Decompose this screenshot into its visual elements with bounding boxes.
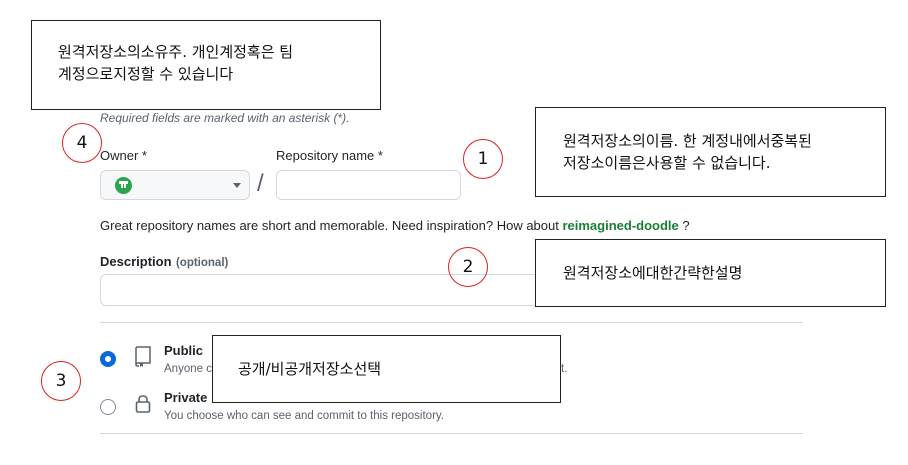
required-fields-note: Required fields are marked with an aster…: [100, 111, 350, 125]
public-radio[interactable]: [100, 351, 116, 367]
hint-text: Great repository names are short and mem…: [100, 218, 563, 233]
owner-avatar: [115, 177, 132, 194]
private-radio[interactable]: [100, 399, 116, 415]
public-description-end: t.: [561, 363, 568, 375]
owner-label: Owner *: [100, 148, 147, 163]
description-label: Description: [100, 254, 172, 269]
repo-name-annotation-box: 원격저장소의이름. 한 계정내에서중복된 저장소이름은사용할 수 없습니다.: [535, 107, 886, 197]
private-description: You choose who can see and commit to thi…: [164, 410, 444, 422]
description-label-row: Description (optional): [100, 253, 228, 271]
marker-2: 2: [448, 247, 488, 287]
description-annotation-box: 원격저장소에대한간략한설명: [535, 239, 886, 307]
lock-icon: [135, 395, 151, 413]
optional-tag: (optional): [175, 257, 229, 269]
visibility-annotation-box: 공개/비공개저장소선택: [212, 335, 561, 403]
section-divider-bottom: [100, 433, 803, 434]
private-label[interactable]: Private: [164, 390, 207, 405]
owner-select[interactable]: [100, 170, 250, 200]
repo-icon: [135, 346, 151, 367]
owner-repo-separator: /: [257, 170, 264, 197]
name-suggestion-link[interactable]: reimagined-doodle: [562, 218, 678, 233]
public-label[interactable]: Public: [164, 343, 203, 358]
marker-4: 4: [62, 123, 102, 163]
chevron-down-icon: [233, 183, 241, 188]
hint-suffix: ?: [678, 218, 690, 233]
repo-name-label: Repository name *: [276, 148, 383, 163]
marker-3: 3: [41, 361, 81, 401]
marker-1: 1: [463, 139, 503, 179]
repo-name-input[interactable]: [276, 170, 461, 200]
section-divider-top: [100, 322, 803, 323]
owner-annotation-box: 원격저장소의소유주. 개인계정혹은 팀 계정으로지정할 수 있습니다: [31, 20, 381, 110]
public-description-start: Anyone c: [164, 363, 212, 375]
repo-name-hint: Great repository names are short and mem…: [100, 218, 690, 233]
